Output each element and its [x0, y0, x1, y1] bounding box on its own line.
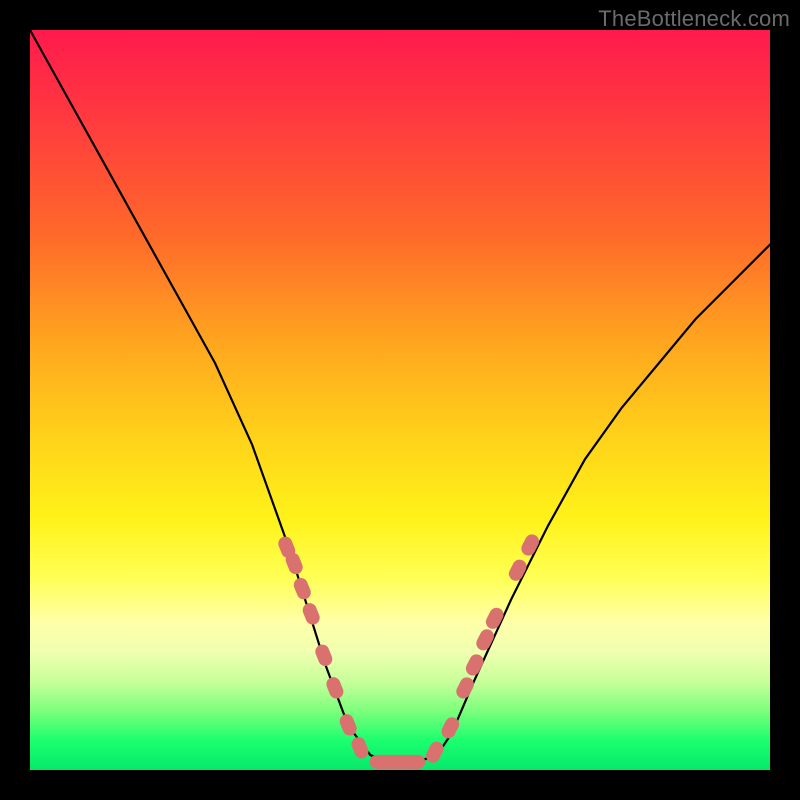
highlight-pill [313, 642, 334, 668]
highlight-pill [324, 675, 345, 701]
highlight-pill [349, 735, 370, 761]
bottleneck-curve [30, 30, 770, 763]
plot-area [30, 30, 770, 770]
chart-frame: TheBottleneck.com [0, 0, 800, 800]
highlight-pill [370, 755, 426, 769]
attribution-label: TheBottleneck.com [598, 6, 790, 32]
highlight-pill [454, 675, 476, 701]
highlight-pills [276, 532, 541, 769]
highlight-pill [292, 576, 313, 602]
curve-layer [30, 30, 770, 770]
highlight-pill [424, 739, 446, 765]
highlight-pill [301, 601, 322, 627]
